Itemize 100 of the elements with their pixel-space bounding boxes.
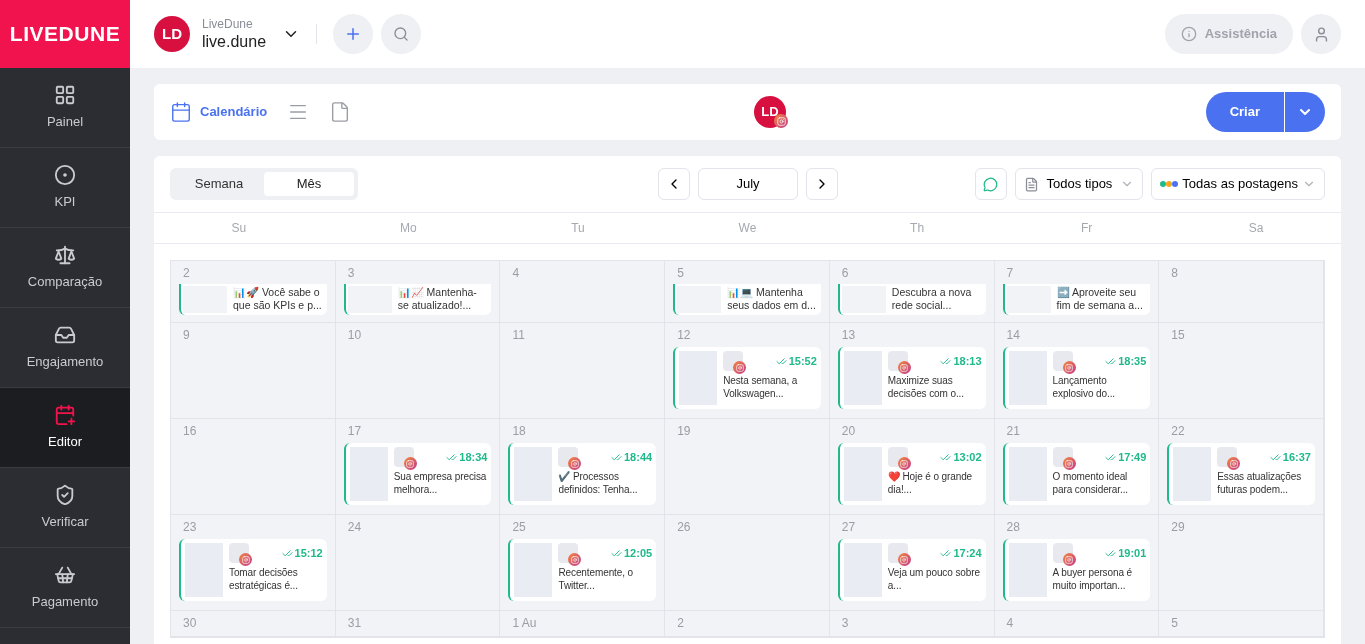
post-text: 📊🚀 Você sabe o que são KPIs e p... [232,285,323,313]
account-handle: live.dune [202,31,267,52]
day-cell[interactable]: 14 18:35 Lançamento explosivo do... [994,323,1160,418]
day-number: 8 [1170,265,1179,281]
day-number: 22 [1170,423,1186,439]
search-icon [393,26,410,42]
post-card[interactable]: 18:44 ✔ Processos definidos: Tenha... [508,443,657,505]
instagram-account-icon [558,447,579,467]
post-card[interactable]: ➡ Aproveite seu fim de semana a... [1002,284,1151,315]
post-card[interactable]: Descubra a nova rede social... [837,284,986,315]
day-cell[interactable]: 20 13:02 ❤ Hoje é o grande dia!... [829,419,995,514]
day-number: 29 [1170,519,1186,535]
post-text: Tomar decisões estratégicas é... [229,566,299,592]
day-number: 19 [676,423,692,439]
instagram-account-icon [887,543,908,563]
view-switch-tab[interactable]: Mês [264,172,354,196]
post-text: Lançamento explosivo do... [1052,374,1116,400]
post-time: 18:35 [1105,352,1147,370]
day-number: 4 [511,265,521,281]
post-time: 13:02 [940,448,982,466]
add-button[interactable] [333,14,374,54]
type-filter-dropdown[interactable]: Todos tipos [1014,168,1144,200]
day-number: 18 [511,423,527,439]
day-cell[interactable]: 18 18:44 ✔ Processos definidos: Tenha... [500,419,666,514]
double-check-icon [1105,451,1117,463]
user-menu-button[interactable] [1301,14,1341,54]
instagram-badge-icon [774,114,788,128]
next-month-button[interactable] [806,168,838,200]
post-card[interactable]: 17:24 Veja um pouco sobre a... [837,539,986,601]
post-card[interactable]: 15:52 Nesta semana, a Volkswagen... [673,347,821,409]
instagram-account-icon [887,351,908,371]
sidebar-item[interactable]: Pagamento [0,548,130,628]
day-number: 13 [840,327,857,343]
day-cell[interactable]: 6 Descubra a nova rede social... [829,261,995,322]
day-cell[interactable]: 27 17:24 Veja um pouco sobre a... [829,515,995,610]
post-text: ❤ Hoje é o grande dia!... [887,470,974,496]
view-switch-tab[interactable]: Semana [174,172,264,196]
double-check-icon [611,547,622,559]
post-card[interactable]: 19:01 A buyer persona é muito importan... [1002,539,1151,601]
day-number: 25 [511,519,527,535]
day-cell[interactable]: 3 📊📈 Mantenha-se atualizado!... [335,261,501,322]
previous-month-button[interactable] [658,168,690,200]
day-number: 2 [182,265,191,281]
sidebar-item[interactable]: Painel [0,68,130,148]
day-cell[interactable]: 5 📊💻 Mantenha seus dados em d... [665,261,830,322]
double-check-icon [1105,547,1117,559]
brand-logo[interactable]: LIVEDUNE [0,0,130,68]
post-card[interactable]: 16:37 Essas atualizações futuras podem... [1167,443,1315,505]
grid-icon [54,83,76,106]
view-tab[interactable]: Calendário [170,101,268,123]
status-dots-icon [1160,181,1179,187]
post-filter-dropdown[interactable]: Todas as postagens [1151,168,1325,200]
post-time: 19:01 [1105,544,1147,562]
day-cell[interactable]: 13 18:13 Maximize suas decisões com o... [829,323,995,418]
post-text: A buyer persona é muito importan... [1052,566,1134,592]
day-cell[interactable]: 28 19:01 A buyer persona é muito importan... [994,515,1160,610]
instagram-account-icon [229,543,249,563]
post-card[interactable]: 17:49 O momento ideal para considerar... [1002,443,1151,505]
double-check-icon [1105,355,1117,367]
post-thumbnail [347,286,392,313]
post-card[interactable]: 18:13 Maximize suas decisões com o... [837,347,986,409]
post-card[interactable]: 13:02 ❤ Hoje é o grande dia!... [837,443,986,505]
sidebar-item[interactable]: Verificar [0,468,130,548]
day-number: 26 [676,519,692,535]
day-cell[interactable]: 2 📊🚀 Você sabe o que são KPIs e p... [171,261,336,322]
post-card[interactable]: 15:12 Tomar decisões estratégicas é... [179,539,327,601]
post-card[interactable]: 📊🚀 Você sabe o que são KPIs e p... [179,284,327,315]
day-number: 10 [346,327,363,343]
day-cell[interactable]: 22 16:37 Essas atualizações futuras podem... [1159,419,1324,514]
double-check-icon [446,451,458,463]
sidebar-item[interactable]: Comparação [0,228,130,308]
day-number: 28 [1005,519,1021,535]
search-button[interactable] [381,14,422,54]
post-card[interactable]: 12:05 Recentemente, o Twitter... [508,539,657,601]
day-number: 3 [346,265,356,281]
day-cell[interactable]: 12 15:52 Nesta semana, a Volkswagen... [665,323,830,418]
instagram-account-icon [558,543,579,563]
comments-button[interactable] [974,168,1007,200]
day-cell[interactable]: 23 15:12 Tomar decisões estratégicas é... [171,515,336,610]
day-cell[interactable]: 21 17:49 O momento ideal para considerar... [994,419,1160,514]
sidebar-item[interactable]: KPI [0,148,130,228]
post-card[interactable]: 📊💻 Mantenha seus dados em d... [673,284,821,315]
day-number: 6 [840,265,850,281]
instagram-account-icon [723,351,744,371]
day-number: 2 [676,615,685,631]
day-cell[interactable]: 25 12:05 Recentemente, o Twitter... [500,515,666,610]
day-number: 5 [1170,615,1179,631]
post-card[interactable]: 18:34 Sua empresa precisa melhora... [343,443,492,505]
day-cell[interactable]: 7 ➡ Aproveite seu fim de semana a... [994,261,1160,322]
post-text: Sua empresa precisa melhora... [393,470,488,496]
post-card[interactable]: 📊📈 Mantenha-se atualizado!... [343,284,492,315]
day-cell[interactable]: 17 18:34 Sua empresa precisa melhora... [335,419,501,514]
post-card[interactable]: 18:35 Lançamento explosivo do... [1002,347,1151,409]
post-text: Maximize suas decisões com o... [887,374,965,400]
day-number: 3 [840,615,850,631]
day-number: 27 [840,519,857,535]
post-text: ➡ Aproveite seu fim de semana a... [1055,285,1144,313]
sidebar-item[interactable]: Editor [0,388,130,468]
post-text: Nesta semana, a Volkswagen... [723,374,799,400]
month-label[interactable]: July [698,168,798,200]
